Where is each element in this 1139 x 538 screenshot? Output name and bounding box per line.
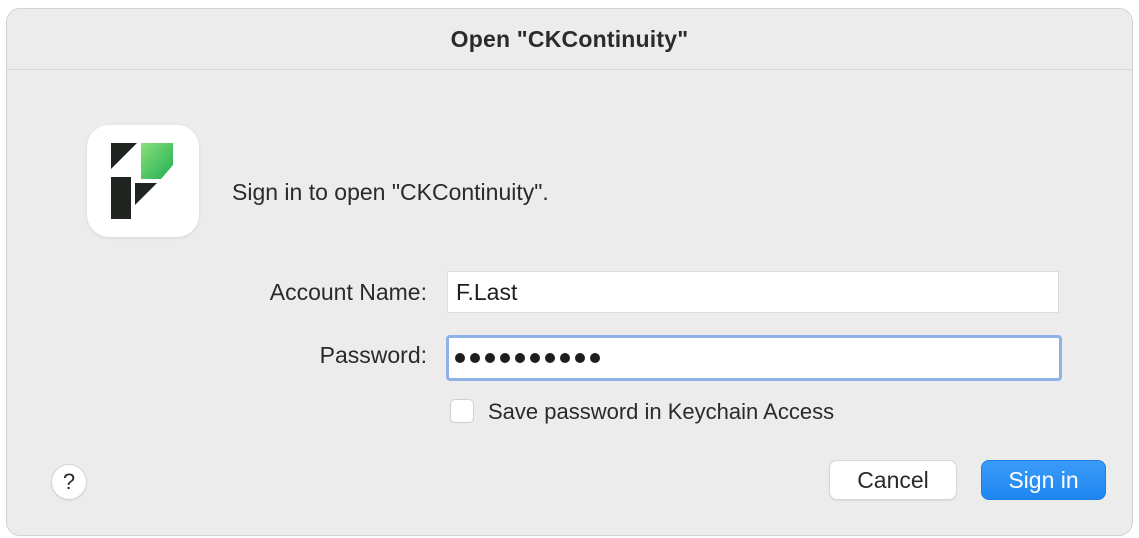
password-label: Password: <box>319 342 427 368</box>
password-mask-dot <box>455 353 465 363</box>
password-mask-dot <box>485 353 495 363</box>
password-mask-dot <box>560 353 570 363</box>
cancel-button[interactable]: Cancel <box>829 460 957 500</box>
save-password-label[interactable]: Save password in Keychain Access <box>488 399 834 425</box>
sign-in-button[interactable]: Sign in <box>981 460 1106 500</box>
help-button[interactable]: ? <box>51 464 87 500</box>
title-bar: Open "CKContinuity" <box>7 9 1132 70</box>
dialog-title: Open "CKContinuity" <box>450 25 689 52</box>
password-mask-dot <box>575 353 585 363</box>
account-name-field[interactable]: F.Last <box>447 271 1059 313</box>
save-password-checkbox[interactable] <box>450 399 474 423</box>
ckcontinuity-logo-icon <box>111 143 173 219</box>
password-mask-dot <box>515 353 525 363</box>
app-icon <box>87 125 199 237</box>
password-mask-dot <box>590 353 600 363</box>
password-mask-dot <box>470 353 480 363</box>
password-mask-dot <box>530 353 540 363</box>
password-field[interactable] <box>446 335 1062 381</box>
password-mask <box>455 353 600 363</box>
dialog-message: Sign in to open "CKContinuity". <box>232 179 549 205</box>
password-mask-dot <box>500 353 510 363</box>
account-name-label: Account Name: <box>269 279 427 305</box>
account-name-value: F.Last <box>456 278 518 305</box>
sign-in-dialog: Open "CKContinuity" Sign in to open "CKC… <box>6 8 1133 536</box>
password-mask-dot <box>545 353 555 363</box>
